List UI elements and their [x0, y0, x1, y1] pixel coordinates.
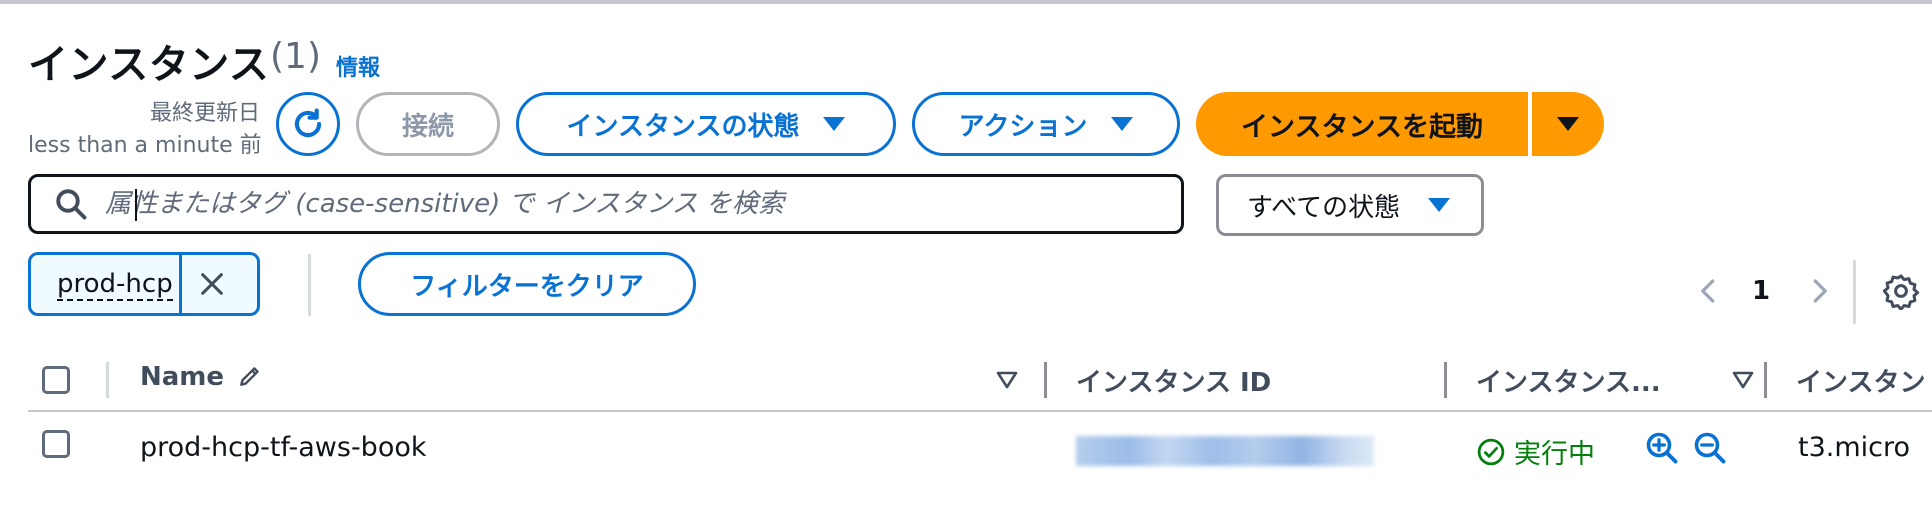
status-filter-select[interactable]: すべての状態	[1216, 174, 1484, 236]
actions-dropdown[interactable]: アクション	[912, 92, 1180, 156]
remove-filter-button[interactable]	[179, 255, 242, 313]
chevron-right-icon[interactable]	[1804, 276, 1834, 306]
instance-count: (1)	[270, 36, 321, 77]
status-filter-label: すべての状態	[1247, 192, 1401, 223]
column-header-instance-id[interactable]: インスタンス ID	[1076, 362, 1271, 399]
sort-icon[interactable]	[996, 370, 1018, 390]
refresh-button[interactable]	[276, 92, 340, 156]
row-checkbox[interactable]	[42, 430, 70, 458]
gear-icon[interactable]	[1882, 272, 1920, 310]
column-header-instance-type[interactable]: インスタン	[1796, 362, 1925, 399]
sort-icon[interactable]	[1732, 370, 1754, 390]
page-number[interactable]: 1	[1752, 276, 1770, 306]
instance-state: 実行中	[1476, 432, 1595, 471]
column-separator	[1044, 362, 1047, 398]
caret-down-icon	[1111, 117, 1134, 131]
search-input[interactable]	[103, 183, 1165, 225]
info-link[interactable]: 情報	[336, 50, 380, 82]
connect-label: 接続	[401, 111, 454, 142]
launch-label: インスタンスを起動	[1241, 111, 1483, 143]
actions-label: アクション	[958, 111, 1088, 142]
table-row[interactable]: prod-hcp-tf-aws-book 実行中 t3.micro	[28, 418, 1932, 478]
chevron-left-icon[interactable]	[1694, 276, 1724, 306]
instance-id-redacted	[1076, 436, 1374, 466]
connect-button[interactable]: 接続	[356, 92, 500, 156]
instance-type: t3.micro	[1798, 432, 1911, 463]
filter-token-label: prod-hcp	[31, 269, 179, 301]
column-separator	[1764, 362, 1767, 398]
close-icon	[201, 273, 223, 295]
header-divider	[28, 410, 1932, 412]
instance-name: prod-hcp-tf-aws-book	[140, 432, 427, 463]
column-separator	[106, 362, 109, 398]
search-box[interactable]	[28, 174, 1184, 234]
zoom-out-icon[interactable]	[1692, 430, 1728, 466]
pencil-icon	[240, 367, 259, 386]
clear-filters-label: フィルターをクリア	[410, 271, 644, 302]
search-icon	[56, 189, 87, 220]
column-separator	[1444, 362, 1447, 398]
last-updated-value: less than a minute 前	[28, 133, 262, 158]
caret-down-icon	[1557, 117, 1579, 131]
column-header-instance-state[interactable]: インスタンス...	[1476, 362, 1661, 399]
refresh-icon	[294, 108, 322, 138]
table-header: Name インスタンス ID インスタンス... インスタン	[28, 350, 1932, 410]
text-cursor	[135, 189, 137, 221]
pagination-divider	[1853, 260, 1856, 324]
last-updated-label: 最終更新日	[149, 101, 260, 126]
top-border	[0, 0, 1932, 4]
select-all-checkbox[interactable]	[42, 366, 70, 394]
column-header-name-label: Name	[140, 362, 225, 392]
status-success-icon	[1477, 438, 1505, 465]
filter-divider	[308, 254, 311, 316]
clear-filters-button[interactable]: フィルターをクリア	[358, 252, 696, 316]
caret-down-icon	[1428, 198, 1451, 212]
column-header-name[interactable]: Name	[140, 362, 263, 392]
zoom-in-icon[interactable]	[1644, 430, 1680, 466]
page-title: インスタンス	[28, 42, 270, 88]
filter-token-text: prod-hcp	[57, 269, 173, 301]
launch-options-dropdown[interactable]	[1532, 92, 1604, 156]
instance-state-dropdown[interactable]: インスタンスの状態	[516, 92, 896, 156]
instance-state-label: インスタンスの状態	[566, 111, 800, 142]
instance-state-text: 実行中	[1514, 439, 1595, 470]
filter-token[interactable]: prod-hcp	[28, 252, 260, 316]
launch-instance-button[interactable]: インスタンスを起動	[1196, 92, 1528, 156]
caret-down-icon	[823, 117, 846, 131]
